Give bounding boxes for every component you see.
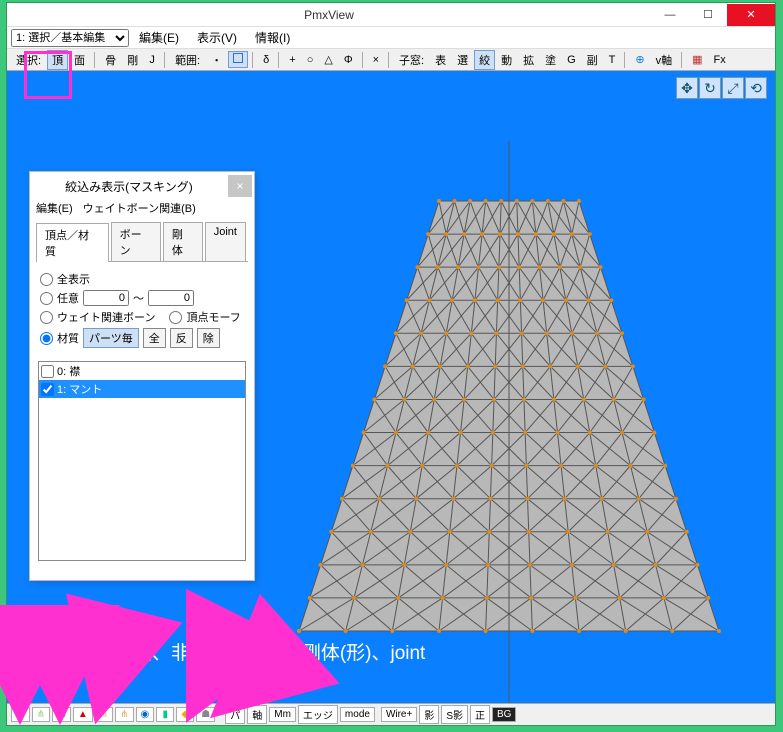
radio-all[interactable] <box>40 273 53 286</box>
sb-poly[interactable]: ☗ <box>196 707 215 722</box>
toolbar: 選択: 頂 面 骨 剛 J 範囲: ・ δ + ○ △ Φ × 子窓: 表 選 … <box>7 49 775 71</box>
rigid-button[interactable]: 剛 <box>122 50 143 70</box>
viewport[interactable]: ✥ ↻ ⤢ ⟲ 絞込み表示(マスキング) × 編集(E) ウェイトボーン関連(B… <box>7 71 775 703</box>
sb-wave1[interactable]: ⋔ <box>32 707 50 722</box>
globe-icon[interactable]: ⊕ <box>630 51 649 68</box>
sb-sshadow[interactable]: S影 <box>441 705 468 724</box>
app-window: PmxView — ☐ ✕ 1: 選択／基本編集 編集(E) 表示(V) 情報(… <box>6 2 776 726</box>
grid-icon[interactable]: ▦ <box>687 51 707 68</box>
sb-edge[interactable]: エッジ <box>298 705 338 724</box>
material-list[interactable]: 0: 襟 1: マント <box>38 361 246 561</box>
masking-title: 絞込み表示(マスキング) <box>30 178 228 195</box>
masking-panel: 絞込み表示(マスキング) × 編集(E) ウェイトボーン関連(B) 頂点／材質 … <box>29 171 255 581</box>
phi-button[interactable]: Φ <box>339 52 358 68</box>
maximize-button[interactable]: ☐ <box>689 4 727 26</box>
t-button[interactable]: T <box>604 52 621 68</box>
tab-joint[interactable]: Joint <box>205 222 246 261</box>
sel-button[interactable]: 選 <box>452 50 473 70</box>
window-title: PmxView <box>7 8 651 22</box>
bone-button[interactable]: 骨 <box>100 50 121 70</box>
menu-edit[interactable]: 編集(E) <box>131 27 187 48</box>
triangle-button[interactable]: △ <box>319 51 337 68</box>
sb-eye3[interactable]: ◉ <box>136 707 155 722</box>
menubar: 1: 選択／基本編集 編集(E) 表示(V) 情報(I) <box>7 27 775 49</box>
radio-weight[interactable] <box>40 311 53 324</box>
mode-select[interactable]: 1: 選択／基本編集 <box>11 29 129 47</box>
expand-button[interactable]: 拡 <box>518 50 539 70</box>
sb-bg[interactable]: BG <box>492 707 516 722</box>
radio-material[interactable] <box>40 332 53 345</box>
paint-button[interactable]: 塗 <box>540 50 561 70</box>
annotation-text: ボーン、選択頂点、非表示ボーン、剛体(形)、joint <box>2 638 425 665</box>
sb-axis[interactable]: 軸 <box>247 705 267 724</box>
nav-gizmo: ✥ ↻ ⤢ ⟲ <box>676 77 767 99</box>
any-from-input[interactable] <box>83 290 129 306</box>
face-button[interactable]: 面 <box>69 50 90 70</box>
reset-icon[interactable]: ⟲ <box>745 77 767 99</box>
move-button[interactable]: 動 <box>496 50 517 70</box>
g-button[interactable]: G <box>562 52 581 68</box>
remove-button[interactable]: 除 <box>197 328 220 348</box>
minimize-button[interactable]: — <box>651 4 689 26</box>
sb-eye2[interactable]: ◉ <box>52 707 71 722</box>
sb-wave3[interactable]: ⋔ <box>115 707 133 722</box>
invert-button[interactable]: 反 <box>170 328 193 348</box>
sb-pa[interactable]: パ <box>225 705 245 724</box>
tab-bone[interactable]: ボーン <box>111 222 161 261</box>
mesh-wireframe <box>247 141 775 703</box>
parts-toggle[interactable]: パーツ毎 <box>83 328 139 348</box>
sb-wire[interactable]: Wire+ <box>381 707 417 722</box>
range-label: 範囲: <box>170 50 205 70</box>
radio-any[interactable] <box>40 292 53 305</box>
x-button[interactable]: × <box>368 52 384 68</box>
range-square[interactable] <box>228 51 248 68</box>
masking-menu-edit[interactable]: 編集(E) <box>36 200 73 220</box>
masking-close-button[interactable]: × <box>228 175 252 197</box>
masking-titlebar[interactable]: 絞込み表示(マスキング) × <box>30 172 254 200</box>
radio-morph[interactable] <box>169 311 182 324</box>
menu-view[interactable]: 表示(V) <box>189 27 245 48</box>
item-checkbox[interactable] <box>41 383 54 396</box>
range-dot[interactable]: ・ <box>206 50 227 70</box>
vaxis-button[interactable]: v軸 <box>651 50 678 70</box>
sb-wave2[interactable]: ⋔ <box>95 707 113 722</box>
item-checkbox[interactable] <box>41 365 54 378</box>
zoom-icon[interactable]: ⤢ <box>722 77 744 99</box>
close-button[interactable]: ✕ <box>727 4 775 26</box>
pan-icon[interactable]: ✥ <box>676 77 698 99</box>
child-label: 子窓: <box>394 50 429 70</box>
titlebar: PmxView — ☐ ✕ <box>7 3 775 27</box>
list-item: 1: マント <box>39 380 245 398</box>
vertex-button[interactable]: 頂 <box>47 50 68 70</box>
delta-button[interactable]: δ <box>258 52 274 68</box>
sb-dia[interactable]: ◆ <box>176 707 194 722</box>
tab-rigid[interactable]: 剛体 <box>163 222 203 261</box>
circle-button[interactable]: ○ <box>302 52 319 68</box>
table-button[interactable]: 表 <box>430 50 451 70</box>
sb-front[interactable]: 正 <box>470 705 490 724</box>
tab-vertex-material[interactable]: 頂点／材質 <box>36 223 109 262</box>
sb-cap[interactable]: ▮ <box>156 707 174 722</box>
plus-button[interactable]: + <box>284 52 300 68</box>
all-button[interactable]: 全 <box>143 328 166 348</box>
sb-mm[interactable]: Mm <box>269 707 296 722</box>
sb-eye1[interactable]: ◉ <box>11 707 30 722</box>
joint-button[interactable]: J <box>144 52 160 68</box>
list-item: 0: 襟 <box>39 362 245 380</box>
statusbar: ◉ ⋔ ◉ ▲ ⋔ ⋔ ◉ ▮ ◆ ☗ パ 軸 Mm エッジ mode Wire… <box>7 703 775 725</box>
any-to-input[interactable] <box>148 290 194 306</box>
menu-info[interactable]: 情報(I) <box>247 27 298 48</box>
orbit-icon[interactable]: ↻ <box>699 77 721 99</box>
select-label: 選択: <box>11 50 46 70</box>
fx-button[interactable]: Fx <box>709 52 731 68</box>
sb-tri[interactable]: ▲ <box>73 707 93 722</box>
mask-button[interactable]: 絞 <box>474 50 495 70</box>
sub-button[interactable]: 副 <box>582 50 603 70</box>
sb-mode[interactable]: mode <box>340 707 375 722</box>
sb-shadow[interactable]: 影 <box>419 705 439 724</box>
masking-menu-weight[interactable]: ウェイトボーン関連(B) <box>83 200 196 220</box>
